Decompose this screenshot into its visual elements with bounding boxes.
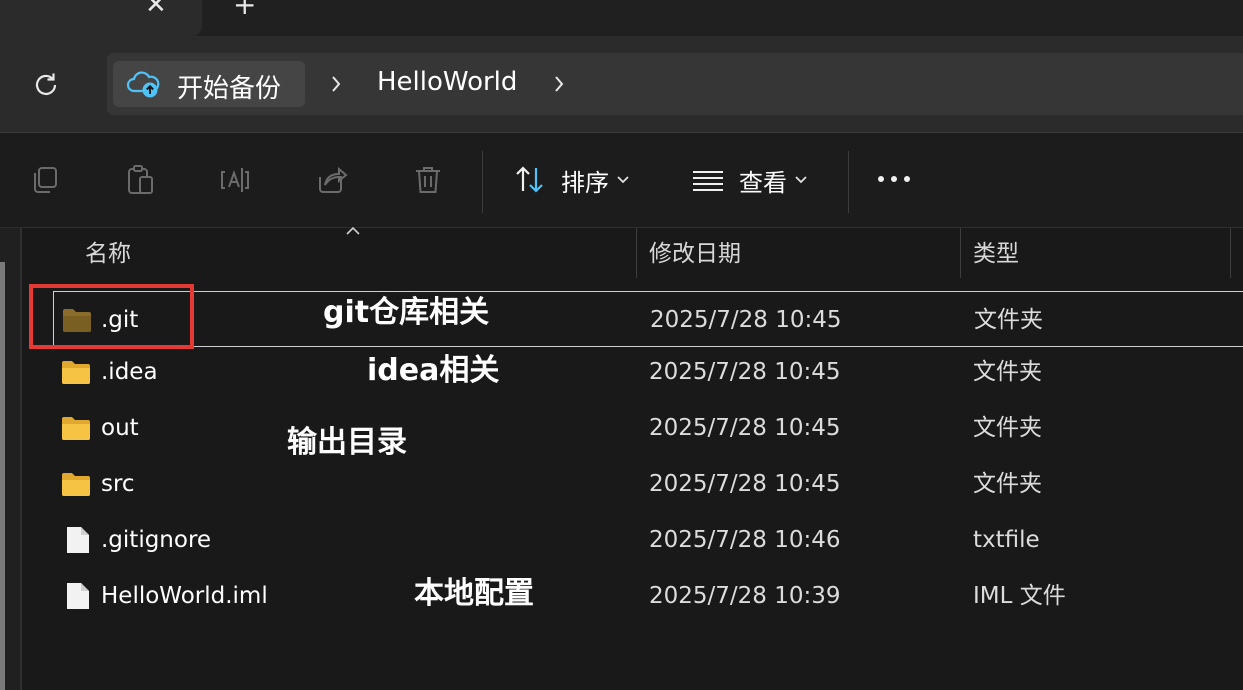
file-name: .gitignore bbox=[101, 527, 212, 553]
table-row[interactable]: out 2025/7/28 10:45 文件夹 bbox=[22, 400, 1243, 456]
file-type: 文件夹 bbox=[973, 415, 1042, 441]
view-button[interactable]: 查看 bbox=[691, 158, 807, 202]
file-name: .idea bbox=[101, 359, 158, 385]
refresh-icon[interactable] bbox=[30, 69, 62, 101]
annotation-iml: 本地配置 bbox=[414, 576, 534, 611]
scrollbar[interactable] bbox=[0, 262, 5, 690]
breadcrumb[interactable]: 开始备份 HelloWorld bbox=[107, 53, 1243, 115]
annotation-idea: idea相关 bbox=[367, 353, 500, 388]
breadcrumb-root[interactable]: 开始备份 bbox=[113, 61, 305, 107]
file-name: HelloWorld.iml bbox=[101, 583, 268, 609]
paste-icon[interactable] bbox=[123, 163, 157, 197]
breadcrumb-root-label: 开始备份 bbox=[177, 74, 282, 104]
file-type: 文件夹 bbox=[973, 359, 1042, 385]
sort-label: 排序 bbox=[561, 168, 609, 197]
folder-icon bbox=[62, 417, 90, 440]
file-name: out bbox=[101, 415, 139, 441]
table-row[interactable]: .git 2025/7/28 10:45 文件夹 bbox=[53, 291, 1243, 347]
column-header-name[interactable]: 名称 bbox=[85, 228, 131, 280]
folder-icon bbox=[62, 361, 90, 384]
sort-icon bbox=[516, 166, 543, 193]
file-name: src bbox=[101, 471, 135, 497]
toolbar-divider bbox=[848, 151, 849, 213]
column-divider[interactable] bbox=[1230, 228, 1231, 278]
file-icon bbox=[67, 583, 89, 609]
file-type: IML 文件 bbox=[973, 583, 1066, 609]
view-list-icon bbox=[693, 171, 723, 191]
delete-icon[interactable] bbox=[411, 163, 445, 197]
breadcrumb-current[interactable]: HelloWorld bbox=[377, 67, 517, 97]
column-divider[interactable] bbox=[960, 228, 961, 278]
sort-up-icon bbox=[346, 226, 360, 235]
highlight-box bbox=[29, 284, 194, 349]
file-modified: 2025/7/28 10:45 bbox=[650, 307, 842, 333]
navigation-pane-edge[interactable] bbox=[0, 228, 22, 690]
more-options-icon[interactable] bbox=[878, 176, 910, 182]
file-type: 文件夹 bbox=[973, 471, 1042, 497]
file-type: 文件夹 bbox=[974, 307, 1043, 333]
share-icon[interactable] bbox=[315, 163, 349, 197]
view-label: 查看 bbox=[739, 168, 787, 197]
toolbar-divider bbox=[482, 151, 483, 213]
file-modified: 2025/7/28 10:45 bbox=[649, 471, 841, 497]
file-modified: 2025/7/28 10:46 bbox=[649, 527, 841, 553]
address-bar-area: 开始备份 HelloWorld bbox=[0, 36, 1243, 133]
chevron-right-icon[interactable] bbox=[552, 75, 566, 93]
rename-icon[interactable] bbox=[218, 163, 252, 197]
table-row[interactable]: .gitignore 2025/7/28 10:46 txtfile bbox=[22, 512, 1243, 568]
folder-icon bbox=[62, 473, 90, 496]
column-divider[interactable] bbox=[636, 228, 637, 278]
sort-button[interactable]: 排序 bbox=[513, 158, 629, 202]
file-modified: 2025/7/28 10:45 bbox=[649, 415, 841, 441]
copy-icon[interactable] bbox=[28, 163, 62, 197]
chevron-down-icon bbox=[617, 176, 629, 184]
new-tab-button[interactable]: + bbox=[233, 0, 256, 19]
column-header-type[interactable]: 类型 bbox=[973, 228, 1019, 280]
active-tab[interactable]: ✕ bbox=[0, 0, 202, 36]
table-row[interactable]: .idea 2025/7/28 10:45 文件夹 bbox=[22, 344, 1243, 400]
file-icon bbox=[67, 527, 89, 553]
file-modified: 2025/7/28 10:45 bbox=[649, 359, 841, 385]
file-type: txtfile bbox=[973, 527, 1040, 553]
chevron-right-icon[interactable] bbox=[329, 75, 343, 93]
column-header-modified[interactable]: 修改日期 bbox=[649, 228, 741, 280]
table-row[interactable]: src 2025/7/28 10:45 文件夹 bbox=[22, 456, 1243, 512]
close-tab-icon[interactable]: ✕ bbox=[145, 0, 167, 18]
annotation-git: git仓库相关 bbox=[323, 295, 490, 330]
file-modified: 2025/7/28 10:39 bbox=[649, 583, 841, 609]
command-bar: 排序 查看 bbox=[0, 133, 1243, 228]
table-row[interactable]: HelloWorld.iml 2025/7/28 10:39 IML 文件 bbox=[22, 568, 1243, 624]
tab-bar: ✕ + bbox=[0, 0, 1243, 36]
cloud-backup-icon bbox=[126, 71, 160, 98]
chevron-down-icon bbox=[795, 176, 807, 184]
annotation-out: 输出目录 bbox=[287, 425, 407, 460]
